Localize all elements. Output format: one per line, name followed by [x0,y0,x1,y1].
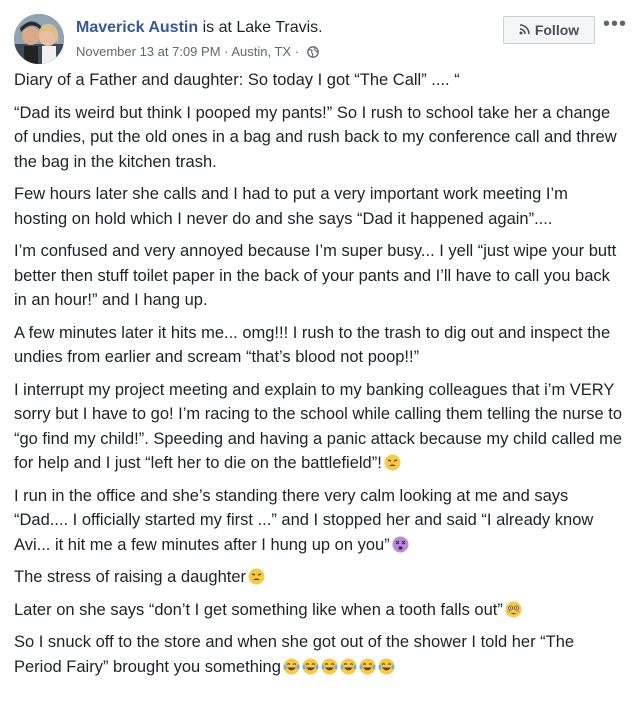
post-paragraph: I run in the office and she’s standing t… [14,484,624,558]
separator: · [220,44,232,59]
checkin-text: is at [198,19,237,36]
post-paragraph: Later on she says “don’t I get something… [14,598,624,623]
face-with-tears-of-joy-emoji [359,658,376,675]
separator: · [291,44,303,59]
post-paragraph: So I snuck off to the store and when she… [14,630,624,679]
face-with-tears-of-joy-emoji [321,658,338,675]
weary-face-emoji [384,454,401,471]
paragraph-text: Diary of a Father and daughter: So today… [14,71,460,89]
face-with-tears-of-joy-emoji [378,658,395,675]
post-paragraph: Diary of a Father and daughter: So today… [14,68,624,93]
follow-label: Follow [534,22,580,38]
post-timestamp[interactable]: November 13 at 7:09 PM [76,44,221,59]
author-line: Maverick Austin is at Lake Travis. [76,18,323,38]
face-with-tears-of-joy-emoji [340,658,357,675]
globe-icon[interactable] [306,46,319,62]
post-paragraph: I’m confused and very annoyed because I’… [14,239,624,313]
flushed-face-emoji [505,601,522,618]
paragraph-text: The stress of raising a daughter [14,568,247,586]
post-body: Diary of a Father and daughter: So today… [14,68,624,687]
post-paragraph: The stress of raising a daughter [14,565,624,590]
post-paragraph: I interrupt my project meeting and expla… [14,378,624,476]
post-paragraph: Few hours later she calls and I had to p… [14,182,624,231]
paragraph-text: I’m confused and very annoyed because I’… [14,242,617,309]
place-link[interactable]: Lake Travis. [236,19,322,36]
follow-button[interactable]: Follow [503,16,595,44]
post-paragraph: A few minutes later it hits me... omg!!!… [14,321,624,370]
post-header: Maverick Austin is at Lake Travis. Novem… [14,12,626,64]
paragraph-text: Few hours later she calls and I had to p… [14,185,568,228]
paragraph-text: I interrupt my project meeting and expla… [14,380,623,473]
face-with-tears-of-joy-emoji [302,658,319,675]
more-options-icon[interactable]: ••• [603,14,627,34]
face-with-tears-of-joy-emoji [283,658,300,675]
post-meta: November 13 at 7:09 PM · Austin, TX · [76,44,319,62]
author-name[interactable]: Maverick Austin [76,19,198,36]
paragraph-text: A few minutes later it hits me... omg!!!… [14,323,611,367]
avatar[interactable] [14,14,64,64]
paragraph-text: I run in the office and she’s standing t… [14,486,594,554]
post-paragraph: “Dad its weird but think I pooped my pan… [14,101,624,175]
rss-icon [519,22,530,38]
paragraph-text: “Dad its weird but think I pooped my pan… [14,103,617,171]
dizzy-face-emoji [392,536,409,553]
post-location[interactable]: Austin, TX [231,44,291,59]
weary-face-emoji [248,568,265,585]
paragraph-text: Later on she says “don’t I get something… [14,600,503,619]
